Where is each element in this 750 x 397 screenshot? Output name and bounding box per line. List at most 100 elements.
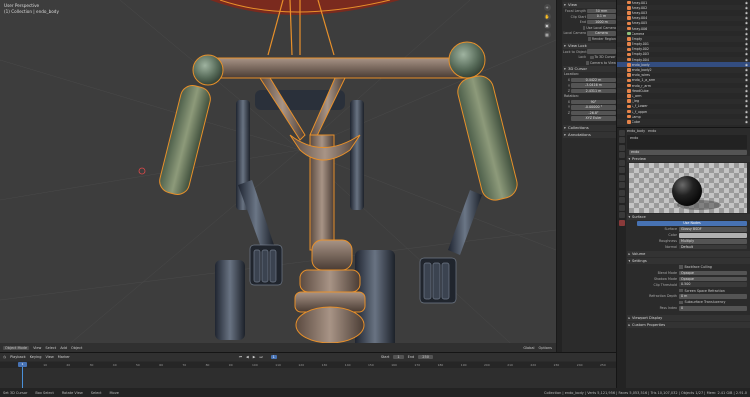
- cursor-location-x-field[interactable]: 0.4422 m: [571, 77, 616, 83]
- pivot-dropdown[interactable]: Global: [523, 346, 534, 350]
- object-tab-icon[interactable]: [618, 174, 625, 181]
- tool-tab-icon[interactable]: [618, 129, 625, 136]
- visibility-eye-icon[interactable]: ◉: [745, 78, 748, 82]
- camera-view-icon[interactable]: ▣: [543, 22, 551, 29]
- timeline-track[interactable]: [0, 368, 616, 389]
- menu-view-timeline[interactable]: View: [45, 355, 53, 359]
- world-tab-icon[interactable]: [618, 167, 625, 173]
- visibility-eye-icon[interactable]: ◉: [745, 84, 748, 88]
- shadow-mode-dropdown[interactable]: Opaque: [679, 276, 747, 282]
- view-lock-panel-header[interactable]: View Lock: [563, 42, 616, 49]
- viewport-display-panel-header[interactable]: Viewport Display: [627, 314, 750, 321]
- subsurface-translucency-checkbox[interactable]: [679, 300, 683, 305]
- outliner-row[interactable]: Cube ◉: [617, 119, 750, 125]
- material-slot-list[interactable]: endo: [627, 135, 747, 149]
- constraints-tab-icon[interactable]: [618, 204, 625, 211]
- pass-index-field[interactable]: 0: [679, 305, 747, 311]
- visibility-eye-icon[interactable]: ◉: [745, 21, 748, 25]
- menu-marker[interactable]: Marker: [58, 355, 70, 359]
- end-frame-field[interactable]: 250: [418, 355, 433, 359]
- color-swatch[interactable]: [679, 233, 747, 238]
- surface-panel-header[interactable]: Surface: [627, 214, 750, 221]
- blend-mode-dropdown[interactable]: Opaque: [679, 270, 747, 276]
- material-selector[interactable]: endo: [629, 150, 747, 155]
- scene-tab-icon[interactable]: [618, 159, 625, 166]
- annotations-panel-header[interactable]: Annotations: [563, 132, 616, 139]
- zoom-icon[interactable]: +: [543, 4, 551, 11]
- visibility-eye-icon[interactable]: ◉: [745, 42, 748, 46]
- settings-panel-header[interactable]: Settings: [627, 257, 750, 264]
- visibility-eye-icon[interactable]: ◉: [745, 27, 748, 31]
- clip-threshold-field[interactable]: 0.500: [679, 282, 747, 287]
- volume-panel-header[interactable]: Volume: [627, 250, 750, 257]
- visibility-eye-icon[interactable]: ◉: [745, 104, 748, 108]
- visibility-eye-icon[interactable]: ◉: [745, 120, 748, 124]
- visibility-eye-icon[interactable]: ◉: [745, 47, 748, 51]
- visibility-eye-icon[interactable]: ◉: [745, 58, 748, 62]
- visibility-eye-icon[interactable]: ◉: [745, 32, 748, 36]
- render-tab-icon[interactable]: [618, 137, 625, 143]
- particles-tab-icon[interactable]: [618, 189, 625, 196]
- pan-hand-icon[interactable]: ✋: [543, 13, 551, 20]
- menu-playback[interactable]: Playback: [10, 355, 26, 359]
- 3d-viewport[interactable]: User Perspective (1) Collection | endo_b…: [0, 0, 556, 352]
- options-dropdown[interactable]: Options: [538, 346, 552, 350]
- cursor-rotation-x-field[interactable]: 90°: [571, 99, 616, 104]
- view-layer-tab-icon[interactable]: [618, 152, 625, 158]
- roughness-field[interactable]: Multiply: [679, 238, 747, 244]
- jump-end-icon[interactable]: ⏭: [259, 355, 262, 359]
- cursor-location-y-field[interactable]: -3.0416 m: [571, 83, 616, 88]
- perspective-toggle-icon[interactable]: ▦: [543, 31, 551, 38]
- preview-panel-header[interactable]: Preview: [627, 156, 750, 163]
- output-tab-icon[interactable]: [618, 144, 625, 151]
- timeline-editor-icon[interactable]: ◷: [3, 355, 6, 359]
- refraction-depth-field[interactable]: 0 m: [679, 294, 747, 299]
- visibility-eye-icon[interactable]: ◉: [745, 11, 748, 15]
- lock-to-3d-cursor-checkbox[interactable]: [590, 55, 594, 59]
- visibility-eye-icon[interactable]: ◉: [745, 115, 748, 119]
- menu-keying[interactable]: Keying: [30, 355, 42, 359]
- normal-field[interactable]: Default: [679, 244, 747, 250]
- play-icon[interactable]: ▶: [253, 355, 256, 359]
- clip-start-field[interactable]: 0.1 m: [587, 14, 616, 19]
- physics-tab-icon[interactable]: [618, 197, 625, 203]
- visibility-eye-icon[interactable]: ◉: [745, 52, 748, 56]
- menu-select[interactable]: Select: [45, 346, 56, 350]
- lock-to-object-field[interactable]: [587, 49, 616, 54]
- visibility-eye-icon[interactable]: ◉: [745, 73, 748, 77]
- visibility-eye-icon[interactable]: ◉: [745, 1, 748, 5]
- visibility-eye-icon[interactable]: ◉: [745, 63, 748, 67]
- render-region-checkbox[interactable]: [587, 37, 591, 41]
- custom-properties-panel-header[interactable]: Custom Properties: [627, 321, 750, 328]
- use-local-camera-checkbox[interactable]: [582, 26, 586, 30]
- backface-culling-checkbox[interactable]: [679, 265, 683, 269]
- current-frame-field[interactable]: 1: [270, 355, 277, 359]
- modifier-tab-icon[interactable]: [618, 182, 625, 188]
- visibility-eye-icon[interactable]: ◉: [745, 89, 748, 93]
- cursor-rotation-y-field[interactable]: -0.00000 °: [571, 105, 616, 110]
- start-frame-field[interactable]: 1: [393, 355, 404, 359]
- rotation-mode-dropdown[interactable]: XYZ Euler: [571, 116, 616, 121]
- collections-panel-header[interactable]: Collections: [563, 125, 616, 132]
- view-panel-header[interactable]: View: [563, 2, 616, 8]
- mode-dropdown[interactable]: Object Mode: [3, 345, 30, 350]
- jump-start-icon[interactable]: ⏮: [239, 355, 242, 359]
- lock-camera-to-view-checkbox[interactable]: [585, 61, 589, 65]
- visibility-eye-icon[interactable]: ◉: [745, 94, 748, 98]
- play-reverse-icon[interactable]: ◀: [246, 355, 249, 359]
- 3d-cursor-panel-header[interactable]: 3D Cursor: [563, 66, 616, 73]
- use-nodes-button[interactable]: Use Nodes: [637, 221, 747, 226]
- data-tab-icon[interactable]: [618, 212, 625, 218]
- clip-end-field[interactable]: 1000 m: [587, 20, 616, 25]
- sidebar-tabs[interactable]: [557, 0, 562, 352]
- local-camera-field[interactable]: Camera: [587, 31, 616, 36]
- menu-view[interactable]: View: [33, 346, 41, 350]
- menu-object[interactable]: Object: [71, 346, 82, 350]
- material-tab-icon[interactable]: [618, 219, 625, 226]
- visibility-eye-icon[interactable]: ◉: [745, 68, 748, 72]
- visibility-eye-icon[interactable]: ◉: [745, 110, 748, 114]
- visibility-eye-icon[interactable]: ◉: [745, 6, 748, 10]
- visibility-eye-icon[interactable]: ◉: [745, 37, 748, 41]
- cursor-location-z-field[interactable]: 2.4311 m: [571, 88, 616, 94]
- cursor-rotation-z-field[interactable]: -26.8°: [571, 110, 616, 116]
